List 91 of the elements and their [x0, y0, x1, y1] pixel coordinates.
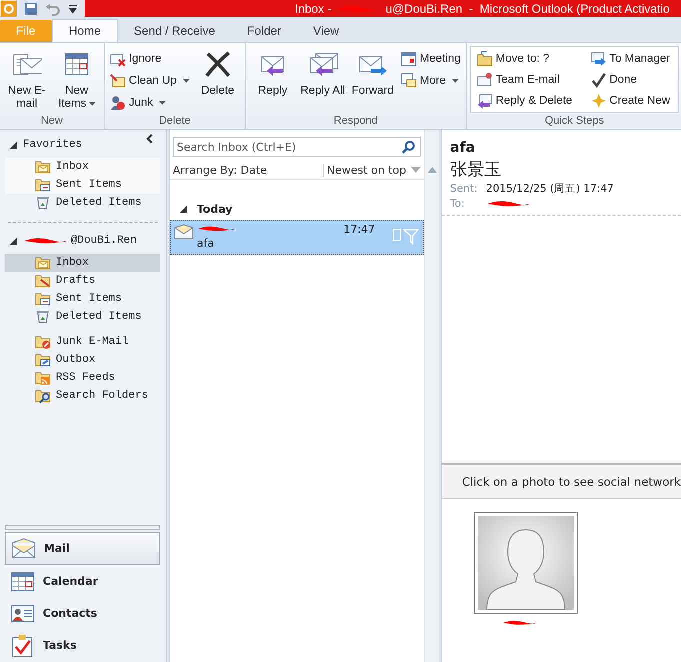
ribbon-button[interactable]: Reply & Delete — [474, 91, 575, 111]
subject-label: afa — [197, 237, 216, 250]
group-label: New — [40, 115, 64, 129]
time-label: 17:47 — [344, 222, 376, 236]
sent-date: 2015/12/25 (周五) 17:47 — [486, 182, 614, 196]
reply-icon — [476, 93, 493, 109]
save-icon — [23, 0, 39, 16]
redaction-mark — [334, 4, 384, 14]
category-icon — [393, 229, 402, 241]
window-title: Inbox - — [295, 2, 332, 16]
redaction-mark — [197, 224, 237, 234]
to-label: To: — [450, 198, 466, 210]
folder-item[interactable]: Junk E-Mail — [5, 333, 160, 351]
nav-button[interactable]: Tasks — [5, 630, 160, 661]
folder-item[interactable]: Outbox — [5, 351, 160, 369]
folder-item[interactable]: Sent Items — [5, 290, 160, 308]
folder-icon — [35, 291, 51, 307]
nav-button[interactable]: Calendar — [5, 566, 160, 597]
redaction-mark — [486, 198, 532, 208]
group-label: Respond — [332, 115, 379, 129]
scroll-up-icon — [428, 167, 437, 173]
search-field[interactable]: Search Inbox (Ctrl+E) — [173, 137, 422, 157]
section-header[interactable]: @DouBi.Ren — [71, 235, 138, 247]
search-icon — [402, 140, 416, 154]
folder-item[interactable]: RSS Feeds — [5, 369, 160, 387]
check-icon — [590, 72, 607, 88]
ribbon-tab[interactable]: View — [297, 20, 356, 42]
sort-order-button[interactable]: Newest on top — [324, 164, 424, 176]
folder-icon — [35, 159, 51, 175]
ribbon-button[interactable]: Forward — [348, 47, 397, 100]
ribbon-button[interactable]: Meeting — [398, 49, 463, 69]
group-label: Delete — [158, 115, 192, 129]
ribbon-tab[interactable]: Folder — [231, 20, 298, 42]
folder-item[interactable]: Sent Items — [5, 176, 160, 194]
folder-item[interactable]: Inbox — [5, 254, 160, 272]
ribbon-button[interactable]: Junk — [108, 93, 192, 113]
contact-card-icon — [11, 602, 35, 624]
ribbon-button[interactable]: New E-mail — [3, 47, 51, 113]
rss-folder-icon — [35, 370, 51, 386]
trash-icon — [35, 309, 51, 325]
nav-button[interactable]: Contacts — [5, 598, 160, 629]
folder-item[interactable]: Inbox — [5, 158, 160, 176]
section-header[interactable]: Favorites — [23, 139, 82, 151]
sort-arrow-icon — [411, 167, 422, 173]
ribbon-button[interactable]: To Manager — [588, 49, 672, 69]
outlook-icon — [1, 0, 17, 16]
sparkle-icon — [590, 93, 607, 109]
folder-icon — [35, 255, 51, 271]
sender-name: 张景玉 — [450, 159, 502, 181]
folder-icon — [35, 352, 51, 368]
window-title: u@DouBi.Ren - Microsoft Outlook (Product Activatio — [386, 2, 670, 16]
person-icon — [110, 95, 126, 111]
ribbon-button[interactable]: Ignore — [108, 49, 192, 69]
ribbon-button[interactable]: Clean Up — [108, 71, 192, 91]
ribbon-tab[interactable]: Home — [52, 19, 118, 42]
ribbon-button[interactable]: Done — [588, 70, 672, 90]
contact-photo[interactable] — [474, 512, 578, 614]
message-subject: afa — [450, 140, 476, 156]
redaction-mark — [502, 618, 538, 628]
forward-icon — [590, 51, 607, 67]
folder-icon — [35, 334, 51, 350]
folder-item[interactable]: Search Folders — [5, 387, 160, 405]
scrollbar[interactable] — [424, 130, 440, 662]
ribbon-button[interactable]: Reply — [248, 47, 297, 100]
trash-icon — [35, 195, 51, 211]
folder-icon — [35, 177, 51, 193]
ribbon-button[interactable]: Reply All — [298, 47, 347, 100]
ribbon-button[interactable]: Team E-mail — [474, 70, 575, 90]
sent-label: Sent: — [450, 182, 479, 194]
ribbon-button[interactable]: New Items — [53, 47, 101, 113]
person-silhouette-icon — [478, 516, 574, 610]
search-folder-icon — [35, 388, 51, 404]
group-label: Quick Steps — [544, 115, 606, 129]
ribbon-button[interactable]: Delete — [194, 47, 242, 100]
arrange-by-button[interactable]: Arrange By: Date — [170, 164, 324, 176]
folder-item[interactable]: Drafts — [5, 272, 160, 290]
redaction-mark — [23, 236, 69, 246]
folder-item[interactable]: Deleted Items — [5, 194, 160, 212]
collapse-icon — [146, 134, 154, 144]
group-header[interactable]: Today — [197, 202, 233, 216]
ribbon-button[interactable]: Move to: ? — [474, 49, 575, 69]
clipboard-check-icon — [11, 634, 35, 656]
folder-icon — [35, 273, 51, 289]
nav-button[interactable]: Mail — [5, 532, 160, 565]
ribbon-button[interactable]: Create New — [588, 91, 672, 111]
folder-item[interactable]: Deleted Items — [5, 308, 160, 326]
ribbon-button[interactable]: More — [398, 71, 463, 91]
ribbon-tab[interactable]: Send / Receive — [118, 20, 232, 42]
social-hint: Click on a photo to see social network — [462, 474, 681, 488]
folder-icon — [476, 51, 493, 67]
message-item[interactable]: 17:47 afa — [170, 220, 424, 255]
